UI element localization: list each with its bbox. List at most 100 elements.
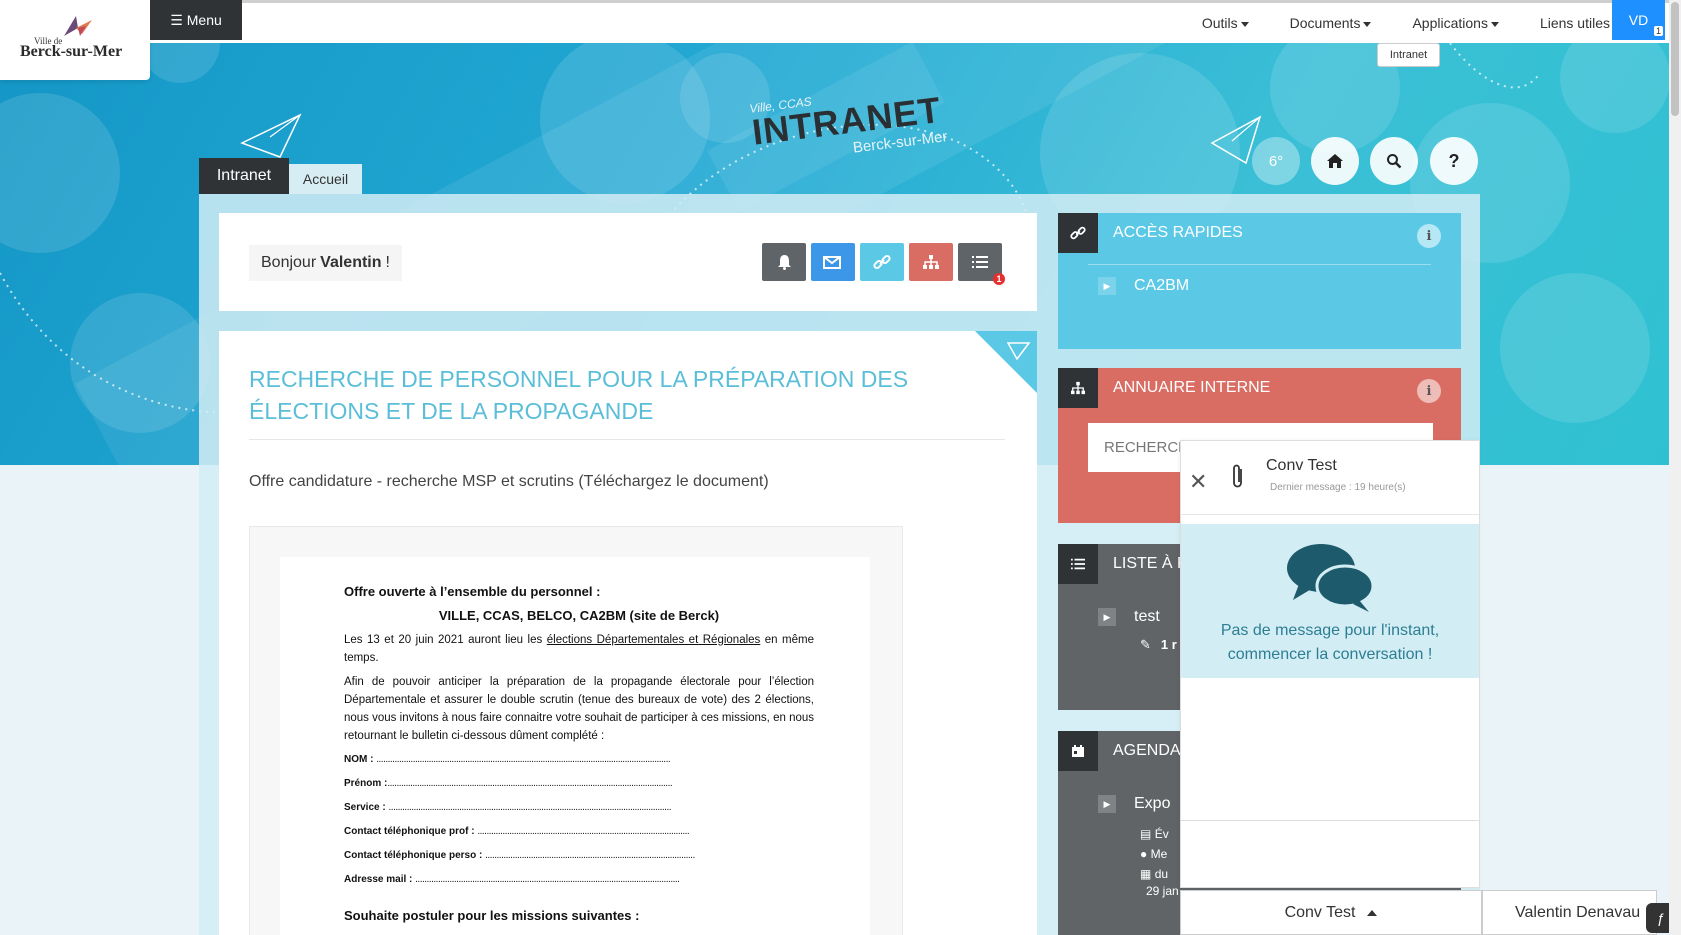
agenda-detail-category-text: Év (1154, 827, 1169, 841)
home-icon (1327, 154, 1343, 168)
map-marker-icon: ● (1140, 847, 1148, 861)
chevron-down-icon (1490, 21, 1499, 27)
todo-item-meta-text: 1 r (1160, 637, 1177, 652)
doc-paragraph-mission: Afin de pouvoir anticiper la préparation… (344, 676, 814, 742)
greeting-suffix: ! (385, 254, 390, 271)
calendar-icon (1058, 731, 1098, 771)
help-button[interactable]: ? (1430, 137, 1478, 185)
doc-field-prenom: Prénom :................................… (344, 775, 814, 793)
pencil-icon: ✎ (1140, 637, 1151, 652)
question-icon: ? (1448, 150, 1460, 171)
nav-liens-utiles-label: Liens utiles (1539, 15, 1610, 31)
nav-documents[interactable]: Documents (1290, 15, 1372, 31)
quick-access-item[interactable]: ▶ CA2BM (1098, 266, 1461, 306)
page-scrollbar[interactable] (1669, 0, 1681, 935)
caret-up-icon (1367, 909, 1378, 916)
notifications-button[interactable] (762, 243, 806, 281)
chat-last-message: Dernier message : 19 heure(s) (1270, 482, 1406, 493)
quick-access-widget: ACCÈS RAPIDES i ▶ CA2BM (1058, 213, 1461, 349)
quick-access-divider (1088, 264, 1431, 265)
greeting-card: Bonjour Valentin ! 1 (219, 213, 1037, 311)
hamburger-icon: ☰ (170, 11, 183, 28)
envelope-icon (823, 256, 841, 269)
tab-accueil[interactable]: Accueil (289, 164, 362, 194)
document-preview[interactable]: Offre ouverte à l’ensemble du personnel … (249, 526, 903, 935)
search-icon (1387, 154, 1402, 169)
user-menu-button[interactable]: VD 1 (1612, 0, 1665, 40)
doc-footer: Souhaite postuler pour les missions suiv… (344, 908, 640, 923)
chat-empty-line1: Pas de message pour l'instant, (1220, 622, 1440, 639)
weather-button[interactable]: 6° (1252, 137, 1300, 185)
nav-documents-label: Documents (1289, 15, 1361, 31)
doc-paragraph-dates: Les 13 et 20 juin 2021 auront lieu les é… (344, 631, 814, 667)
list-icon (972, 256, 988, 268)
nav-outils[interactable]: Outils (1202, 15, 1249, 31)
doc-field-dots: ........................................… (485, 850, 695, 861)
quick-access-title: ACCÈS RAPIDES (1113, 224, 1243, 241)
quick-access-header: ACCÈS RAPIDES i (1058, 213, 1461, 253)
user-notification-badge: 1 (1653, 26, 1663, 36)
doc-field-tel-prof: Contact téléphonique prof : ............… (344, 823, 814, 841)
tooltip: Intranet (1377, 43, 1440, 67)
chat-bubbles-icon (1287, 544, 1375, 612)
info-icon[interactable]: i (1417, 224, 1441, 248)
menu-label: Menu (186, 12, 222, 28)
doc-field-dots: ........................................… (477, 826, 690, 837)
agenda-title: AGENDA (1113, 742, 1181, 759)
chevron-down-icon (1363, 21, 1372, 27)
greeting-hello: Bonjour (261, 254, 317, 271)
scrollbar-thumb[interactable] (1671, 2, 1679, 116)
chat-conversation-name: Conv Test (1266, 457, 1337, 474)
site-logo[interactable]: Ville de Berck-sur-Mer (0, 0, 150, 80)
doc-heading: Offre ouverte à l’ensemble du personnel … (344, 584, 601, 599)
doc-field-mail: Adresse mail : .........................… (344, 871, 814, 889)
chat-empty-state: Pas de message pour l'instant, commencer… (1181, 524, 1479, 678)
user-initials: VD (1628, 12, 1649, 28)
doc-field-service: Service : ..............................… (344, 799, 814, 817)
tab-intranet[interactable]: Intranet (199, 158, 289, 194)
chat-message-input[interactable] (1181, 820, 1479, 884)
sitemap-icon (923, 255, 939, 269)
top-nav-links: Outils Documents Applications Liens util… (1202, 3, 1621, 43)
temperature-value: 6° (1268, 152, 1284, 170)
nav-applications[interactable]: Applications (1412, 15, 1499, 31)
caret-right-icon: ▶ (1098, 277, 1116, 295)
article-title[interactable]: RECHERCHE DE PERSONNEL POUR LA PRÉPARATI… (249, 363, 969, 427)
chat-tab-conv-test[interactable]: Conv Test (1180, 890, 1482, 935)
tasks-button[interactable]: 1 (958, 243, 1005, 285)
directory-header: ANNUAIRE INTERNE i (1058, 368, 1461, 408)
directory-title: ANNUAIRE INTERNE (1113, 379, 1271, 396)
doc-field-dots: ........................................… (376, 754, 671, 765)
info-icon[interactable]: i (1417, 379, 1441, 403)
doc-field-dots: ........................................… (388, 802, 671, 813)
home-button[interactable] (1311, 137, 1359, 185)
chat-tab-label: Conv Test (1284, 903, 1356, 921)
paperclip-icon[interactable] (1231, 463, 1245, 491)
chat-window: ✕ Conv Test Dernier message : 19 heure(s… (1180, 440, 1480, 888)
search-button[interactable] (1370, 137, 1418, 185)
chat-tab-valentin[interactable]: Valentin Denavau (1482, 890, 1657, 935)
greeting-user-name: Valentin (320, 254, 382, 271)
logo-name-text: Berck-sur-Mer (20, 43, 123, 60)
article-subtitle[interactable]: Offre candidature - recherche MSP et scr… (249, 473, 769, 491)
doc-field-dots: ........................................… (415, 874, 680, 885)
sitemap-icon (1058, 368, 1098, 408)
chat-empty-message: Pas de message pour l'instant, commencer… (1181, 619, 1479, 667)
menu-button[interactable]: ☰ Menu (150, 0, 242, 40)
directory-search-placeholder: RECHERCH (1104, 439, 1190, 456)
doc-p1-before: Les 13 et 20 juin 2021 auront lieu les (344, 634, 547, 646)
chat-empty-line2: commencer la conversation ! (1227, 646, 1433, 663)
caret-right-icon: ▶ (1098, 608, 1116, 626)
nav-liens-utiles[interactable]: Liens utiles (1540, 15, 1621, 31)
document-page: Offre ouverte à l’ensemble du personnel … (280, 557, 870, 935)
doc-field-label: Service : (344, 802, 386, 813)
doc-field-label: NOM : (344, 754, 374, 765)
layers-icon: ▤ (1140, 827, 1152, 841)
messages-button[interactable] (811, 243, 855, 281)
doc-field-label: Contact téléphonique perso : (344, 850, 483, 861)
links-button[interactable] (860, 243, 904, 281)
directory-button[interactable] (909, 243, 953, 281)
close-icon[interactable]: ✕ (1189, 469, 1207, 495)
chevron-down-icon (1240, 21, 1249, 27)
link-icon (1058, 213, 1098, 253)
